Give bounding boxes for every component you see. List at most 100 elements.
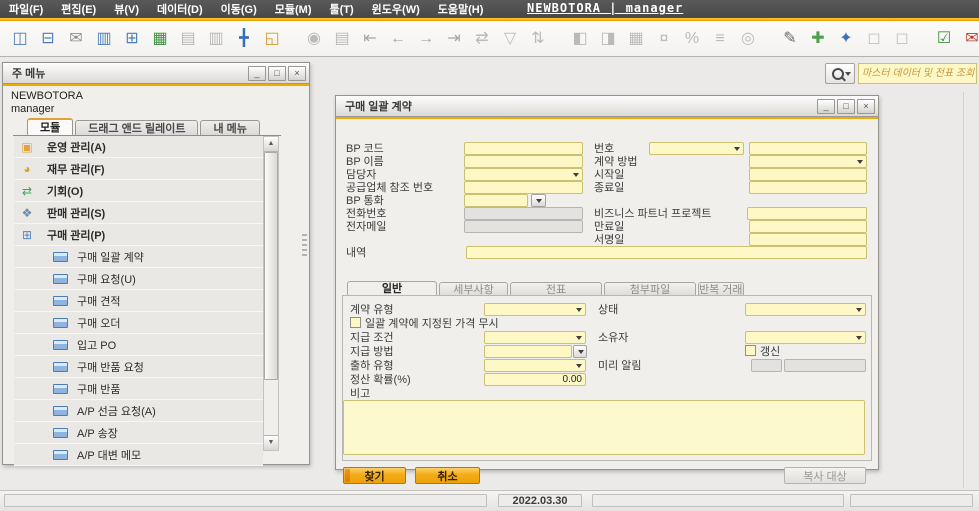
sidebar-item-purchase-request[interactable]: 구매 요청(U) <box>14 268 263 290</box>
owner-select[interactable] <box>745 331 866 344</box>
print-icon[interactable]: ⊟ <box>36 26 60 52</box>
payment-means-icon[interactable]: ≡ <box>708 26 732 52</box>
end-date-input[interactable] <box>749 181 867 194</box>
find-button[interactable]: 찾기 <box>343 467 406 484</box>
agreement-method-select[interactable] <box>749 155 867 168</box>
tab-details[interactable]: 세부사항 <box>439 282 508 296</box>
export-excel-icon[interactable]: ▦ <box>148 26 172 52</box>
number-series-select[interactable] <box>649 142 744 155</box>
signing-date-input[interactable] <box>749 233 867 246</box>
reminder-unit-input[interactable] <box>784 359 866 372</box>
search-button[interactable] <box>825 63 855 84</box>
menu-item[interactable]: 모듈(M) <box>266 4 321 16</box>
next-record-icon[interactable]: → <box>414 26 438 52</box>
sidebar-item-ap-credit-memo[interactable]: A/P 대변 메모 <box>14 444 263 466</box>
sidebar-item-administration[interactable]: ▣ 운영 관리(A) <box>14 136 263 158</box>
start-date-input[interactable] <box>749 168 867 181</box>
settlement-probability-input[interactable]: 0.00 <box>484 373 586 386</box>
sidebar-item-goods-return-request[interactable]: 구매 반품 요청 <box>14 356 263 378</box>
last-record-icon[interactable]: ⇥ <box>442 26 466 52</box>
sidebar-item-purchasing[interactable]: ⊞ 구매 관리(P) <box>14 224 263 246</box>
reminder-value-input[interactable] <box>751 359 782 372</box>
remarks-textarea[interactable] <box>343 400 865 455</box>
menu-item[interactable]: 뷰(V) <box>105 4 148 16</box>
copy-to-icon[interactable]: ◨ <box>596 26 620 52</box>
sidebar-item-purchase-blanket-agreement[interactable]: 구매 일괄 계약 <box>14 246 263 268</box>
maximize-icon[interactable]: □ <box>837 99 855 114</box>
sidebar-item-goods-receipt-po[interactable]: 입고 PO <box>14 334 263 356</box>
sidebar-item-purchase-quotation[interactable]: 구매 견적 <box>14 290 263 312</box>
payment-method-input[interactable] <box>484 345 572 358</box>
renewal-checkbox[interactable] <box>745 345 756 356</box>
menu-item[interactable]: 편집(E) <box>52 4 105 16</box>
sidebar-item-sales[interactable]: ❖ 판매 관리(S) <box>14 202 263 224</box>
sidebar-item-purchase-order[interactable]: 구매 오더 <box>14 312 263 334</box>
cancel-button[interactable]: 취소 <box>415 467 480 484</box>
print-preview-icon[interactable]: ◫ <box>8 26 32 52</box>
export-word-icon[interactable]: ▤ <box>176 26 200 52</box>
customize-icon[interactable]: ✦ <box>834 26 858 52</box>
copy-to-button[interactable]: 복사 대상 <box>784 467 866 484</box>
sidebar-item-financials[interactable]: ◕ 재무 관리(F) <box>14 158 263 180</box>
menu-item[interactable]: 윈도우(W) <box>363 4 429 16</box>
tab-attachments[interactable]: 첨부파일 <box>604 282 696 296</box>
menu-item[interactable]: 도움말(H) <box>429 4 493 16</box>
edit-icon[interactable]: ✎ <box>778 26 802 52</box>
resize-grip[interactable] <box>302 234 307 256</box>
status-select[interactable] <box>745 303 866 316</box>
scrollbar-thumb[interactable] <box>264 152 278 380</box>
export-pdf-icon[interactable]: ▥ <box>204 26 228 52</box>
gross-profit-icon[interactable]: % <box>680 26 704 52</box>
tab-general[interactable]: 일반 <box>347 281 437 296</box>
global-search-input[interactable]: 마스터 데이터 및 전표 조회 <box>858 63 977 84</box>
previous-record-icon[interactable]: ← <box>386 26 410 52</box>
main-menu-titlebar[interactable]: 주 메뉴 _ □ × <box>3 63 309 84</box>
fax-icon[interactable]: ⊞ <box>120 26 144 52</box>
sms-icon[interactable]: ▥ <box>92 26 116 52</box>
journal-entry-icon[interactable]: ▦ <box>624 26 648 52</box>
payment-terms-select[interactable] <box>484 331 586 344</box>
agreement-type-select[interactable] <box>484 303 586 316</box>
query-icon[interactable]: ◎ <box>736 26 760 52</box>
menu-scrollbar[interactable]: ▲ ▼ <box>263 136 279 451</box>
email-input[interactable] <box>464 220 583 233</box>
sidebar-item-opportunities[interactable]: ⇄ 기회(O) <box>14 180 263 202</box>
mail-report-icon[interactable]: ✉ <box>960 26 979 52</box>
description-input[interactable] <box>466 246 867 259</box>
sort-icon[interactable]: ⇅ <box>526 26 550 52</box>
comment-icon[interactable]: ◻ <box>862 26 886 52</box>
termination-date-input[interactable] <box>749 220 867 233</box>
lock-screen-icon[interactable]: ◱ <box>260 26 284 52</box>
number-input[interactable] <box>749 142 867 155</box>
first-record-icon[interactable]: ⇤ <box>358 26 382 52</box>
menu-item[interactable]: 이동(G) <box>212 4 266 16</box>
vendor-ref-input[interactable] <box>464 181 583 194</box>
maximize-icon[interactable]: □ <box>268 66 286 81</box>
email-icon[interactable]: ✉ <box>64 26 88 52</box>
refresh-icon[interactable]: ⇄ <box>470 26 494 52</box>
menu-item[interactable]: 툴(T) <box>321 4 363 16</box>
payment-icon[interactable]: ¤ <box>652 26 676 52</box>
scroll-down-icon[interactable]: ▼ <box>264 435 278 450</box>
tab-recurring[interactable]: 반복 거래 <box>698 282 744 296</box>
shipping-type-select[interactable] <box>484 359 586 372</box>
contact-person-select[interactable] <box>464 168 583 181</box>
tab-documents[interactable]: 전표 <box>510 282 602 296</box>
filter-icon[interactable]: ▽ <box>498 26 522 52</box>
payment-method-dropdown-button[interactable] <box>573 345 587 358</box>
bp-project-input[interactable] <box>747 207 867 220</box>
new-activity-icon[interactable]: ✚ <box>806 26 830 52</box>
copy-from-icon[interactable]: ◧ <box>568 26 592 52</box>
sidebar-item-ap-down-payment-request[interactable]: A/P 선금 요청(A) <box>14 400 263 422</box>
phone-input[interactable] <box>464 207 583 220</box>
ignore-prices-checkbox[interactable] <box>350 317 361 328</box>
scroll-up-icon[interactable]: ▲ <box>264 137 278 152</box>
bp-name-input[interactable] <box>464 155 583 168</box>
comments-icon[interactable]: ◻ <box>890 26 914 52</box>
layout-designer-icon[interactable]: ╋ <box>232 26 256 52</box>
find-icon[interactable]: ◉ <box>302 26 326 52</box>
bp-currency-input[interactable] <box>464 194 528 207</box>
minimize-icon[interactable]: _ <box>248 66 266 81</box>
menu-item[interactable]: 데이터(D) <box>148 4 212 16</box>
checklist-icon[interactable]: ☑ <box>932 26 956 52</box>
